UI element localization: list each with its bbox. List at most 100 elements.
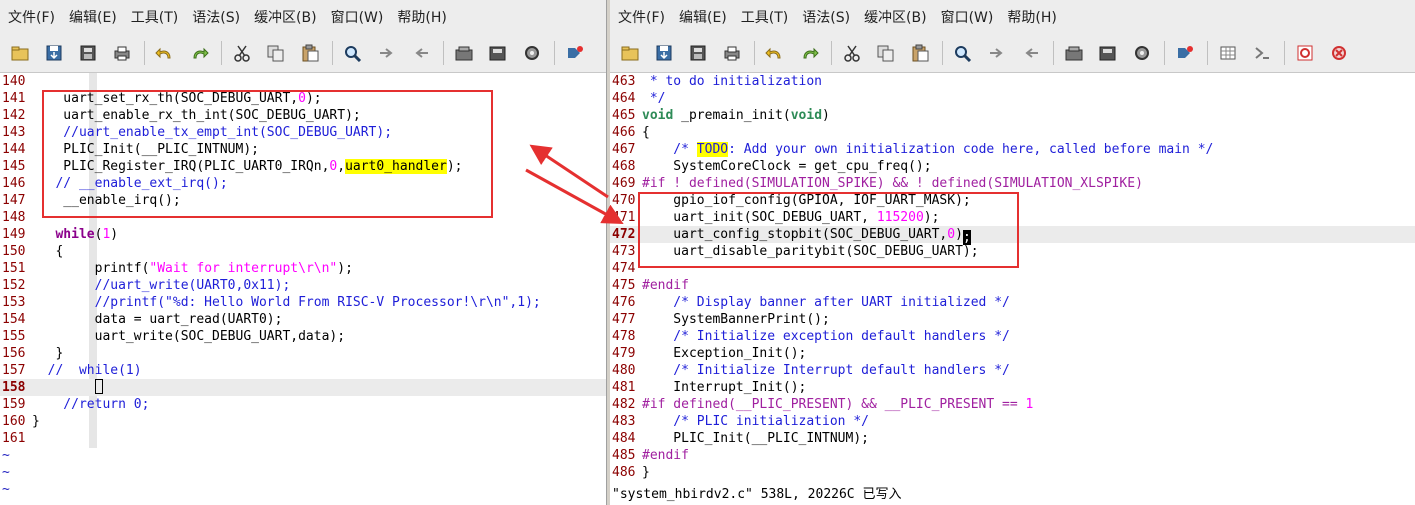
menu-help[interactable]: 帮助(H)	[395, 7, 452, 27]
code-line[interactable]: 485 #endif	[610, 447, 1415, 464]
code-line[interactable]: 150 {	[0, 243, 608, 260]
save-all-icon[interactable]	[686, 41, 710, 65]
save-icon[interactable]	[42, 41, 66, 65]
code-text: uart_init(SOC_DEBUG_UART, 115200);	[642, 210, 940, 225]
redo-icon[interactable]	[187, 41, 211, 65]
code-line[interactable]: 468 SystemCoreClock = get_cpu_freq();	[610, 158, 1415, 175]
code-line[interactable]: 477 SystemBannerPrint();	[610, 311, 1415, 328]
code-line[interactable]: 470 gpio_iof_config(GPIOA, IOF_UART_MASK…	[610, 192, 1415, 209]
load-session-icon[interactable]	[1062, 41, 1086, 65]
find-help-icon[interactable]	[1327, 41, 1351, 65]
copy-icon[interactable]	[264, 41, 288, 65]
code-line[interactable]: 145 PLIC_Register_IRQ(PLIC_UART0_IRQn,0,…	[0, 158, 608, 175]
code-line[interactable]: 151 printf("Wait for interrupt\r\n");	[0, 260, 608, 277]
code-line[interactable]: 155 uart_write(SOC_DEBUG_UART,data);	[0, 328, 608, 345]
code-line[interactable]: 154 data = uart_read(UART0);	[0, 311, 608, 328]
code-line[interactable]: 148	[0, 209, 608, 226]
code-line[interactable]: 143 //uart_enable_tx_empt_int(SOC_DEBUG_…	[0, 124, 608, 141]
code-line[interactable]: 482 #if defined(__PLIC_PRESENT) && __PLIC…	[610, 396, 1415, 413]
menu-window[interactable]: 窗口(W)	[939, 7, 1000, 27]
code-line[interactable]: 486}	[610, 464, 1415, 481]
right-code-editor[interactable]: 463 * to do initialization 464 */465 void …	[610, 73, 1415, 505]
menu-syntax[interactable]: 语法(S)	[800, 7, 856, 27]
print-icon[interactable]	[720, 41, 744, 65]
code-line[interactable]: 144 PLIC_Init(__PLIC_INTNUM);	[0, 141, 608, 158]
menu-edit[interactable]: 编辑(E)	[67, 7, 123, 27]
code-line[interactable]: 160}	[0, 413, 608, 430]
code-line[interactable]: 161	[0, 430, 608, 447]
code-line[interactable]: 471 uart_init(SOC_DEBUG_UART, 115200);	[610, 209, 1415, 226]
code-line[interactable]: 474	[610, 260, 1415, 277]
find-previous-icon[interactable]	[409, 41, 433, 65]
code-line[interactable]: 475 #endif	[610, 277, 1415, 294]
code-line[interactable]: 473 uart_disable_paritybit(SOC_DEBUG_UAR…	[610, 243, 1415, 260]
paste-icon[interactable]	[908, 41, 932, 65]
find-replace-icon[interactable]	[951, 41, 975, 65]
code-line[interactable]: 152 //uart_write(UART0,0x11);	[0, 277, 608, 294]
run-script-icon[interactable]	[520, 41, 544, 65]
code-line[interactable]: 140	[0, 73, 608, 90]
menu-syntax[interactable]: 语法(S)	[190, 7, 246, 27]
menu-tools[interactable]: 工具(T)	[739, 7, 794, 27]
undo-icon[interactable]	[763, 41, 787, 65]
code-line[interactable]: 146 // __enable_ext_irq();	[0, 175, 608, 192]
code-line[interactable]: 484 PLIC_Init(__PLIC_INTNUM);	[610, 430, 1415, 447]
code-line[interactable]: 465 void _premain_init(void)	[610, 107, 1415, 124]
copy-icon[interactable]	[874, 41, 898, 65]
find-next-icon[interactable]	[375, 41, 399, 65]
code-line[interactable]: 147 __enable_irq();	[0, 192, 608, 209]
code-line[interactable]: 141 uart_set_rx_th(SOC_DEBUG_UART,0);	[0, 90, 608, 107]
save-session-icon[interactable]	[1096, 41, 1120, 65]
shell-icon[interactable]	[1250, 41, 1274, 65]
code-line[interactable]: 479 Exception_Init();	[610, 345, 1415, 362]
code-line[interactable]: 483 /* PLIC initialization */	[610, 413, 1415, 430]
tags-jump-icon[interactable]	[1173, 41, 1197, 65]
menu-tools[interactable]: 工具(T)	[129, 7, 184, 27]
code-line[interactable]: 466 {	[610, 124, 1415, 141]
find-replace-icon[interactable]	[341, 41, 365, 65]
paste-icon[interactable]	[298, 41, 322, 65]
code-line[interactable]: 481 Interrupt_Init();	[610, 379, 1415, 396]
code-line[interactable]: 463 * to do initialization	[610, 73, 1415, 90]
code-line[interactable]: 153 //printf("%d: Hello World From RISC-…	[0, 294, 608, 311]
code-line[interactable]: 157 // while(1)	[0, 362, 608, 379]
load-session-icon[interactable]	[452, 41, 476, 65]
menu-window[interactable]: 窗口(W)	[329, 7, 390, 27]
make-icon[interactable]	[1216, 41, 1240, 65]
code-line[interactable]: 476 /* Display banner after UART initial…	[610, 294, 1415, 311]
tags-jump-icon[interactable]	[563, 41, 587, 65]
find-next-icon[interactable]	[985, 41, 1009, 65]
code-line[interactable]: 480 /* Initialize Interrupt default hand…	[610, 362, 1415, 379]
menu-help[interactable]: 帮助(H)	[1005, 7, 1062, 27]
run-script-icon[interactable]	[1130, 41, 1154, 65]
code-line[interactable]: 472 uart_config_stopbit(SOC_DEBUG_UART,0…	[610, 226, 1415, 245]
menu-file[interactable]: 文件(F)	[6, 7, 61, 27]
code-line[interactable]: 156 }	[0, 345, 608, 362]
code-line[interactable]: 159 //return 0;	[0, 396, 608, 413]
menu-file[interactable]: 文件(F)	[616, 7, 671, 27]
code-line[interactable]: 469 #if ! defined(SIMULATION_SPIKE) && ! …	[610, 175, 1415, 192]
left-code-editor[interactable]: 140 141 uart_set_rx_th(SOC_DEBUG_UART,0);…	[0, 73, 608, 505]
save-icon[interactable]	[652, 41, 676, 65]
save-all-icon[interactable]	[76, 41, 100, 65]
open-file-icon[interactable]	[618, 41, 642, 65]
open-file-icon[interactable]	[8, 41, 32, 65]
redo-icon[interactable]	[797, 41, 821, 65]
save-session-icon[interactable]	[486, 41, 510, 65]
cut-icon[interactable]	[230, 41, 254, 65]
cut-icon[interactable]	[840, 41, 864, 65]
code-line[interactable]: 467 /* TODO: Add your own initialization…	[610, 141, 1415, 158]
code-line[interactable]: 464 */	[610, 90, 1415, 107]
code-line[interactable]: 149 while(1)	[0, 226, 608, 243]
undo-icon[interactable]	[153, 41, 177, 65]
code-line[interactable]: 142 uart_enable_rx_th_int(SOC_DEBUG_UART…	[0, 107, 608, 124]
menu-buffers[interactable]: 缓冲区(B)	[862, 7, 933, 27]
menu-buffers[interactable]: 缓冲区(B)	[252, 7, 323, 27]
menu-edit[interactable]: 编辑(E)	[677, 7, 733, 27]
find-previous-icon[interactable]	[1019, 41, 1043, 65]
code-line[interactable]: 158	[0, 379, 608, 396]
help-icon[interactable]	[1293, 41, 1317, 65]
print-icon[interactable]	[110, 41, 134, 65]
toolbar-separator	[1164, 40, 1165, 65]
code-line[interactable]: 478 /* Initialize exception default hand…	[610, 328, 1415, 345]
